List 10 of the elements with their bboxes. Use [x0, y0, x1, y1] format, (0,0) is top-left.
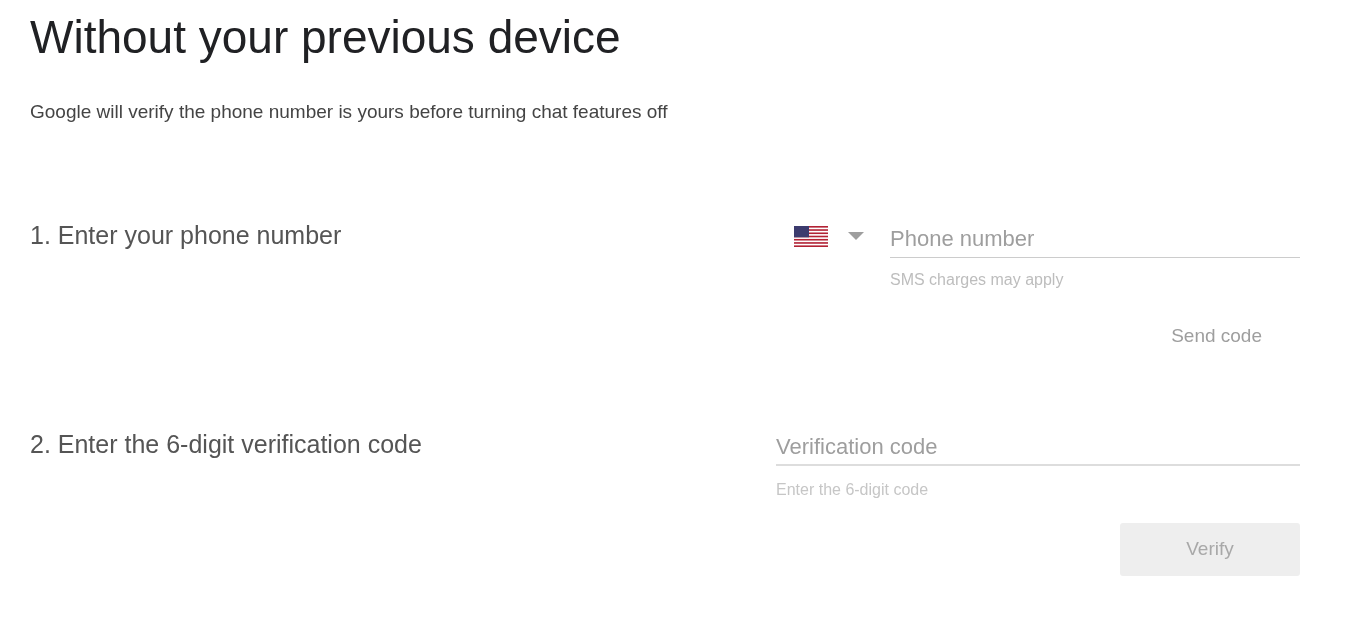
verification-code-field[interactable]: Verification code: [776, 429, 1300, 466]
step-label: 1. Enter your phone number: [30, 220, 342, 250]
flag-icon[interactable]: [794, 225, 828, 247]
helper-text: Enter the 6-digit code: [776, 481, 929, 499]
helper-text: SMS charges may apply: [890, 271, 1064, 289]
step-label: 2. Enter the 6-digit verification code: [30, 429, 422, 459]
page-title: Without your previous device: [30, 10, 621, 65]
caret-icon[interactable]: [848, 232, 864, 240]
phone-number-field[interactable]: Phone number: [890, 220, 1300, 258]
subtitle: Google will verify the phone number is yours before turning chat features off: [30, 100, 668, 124]
